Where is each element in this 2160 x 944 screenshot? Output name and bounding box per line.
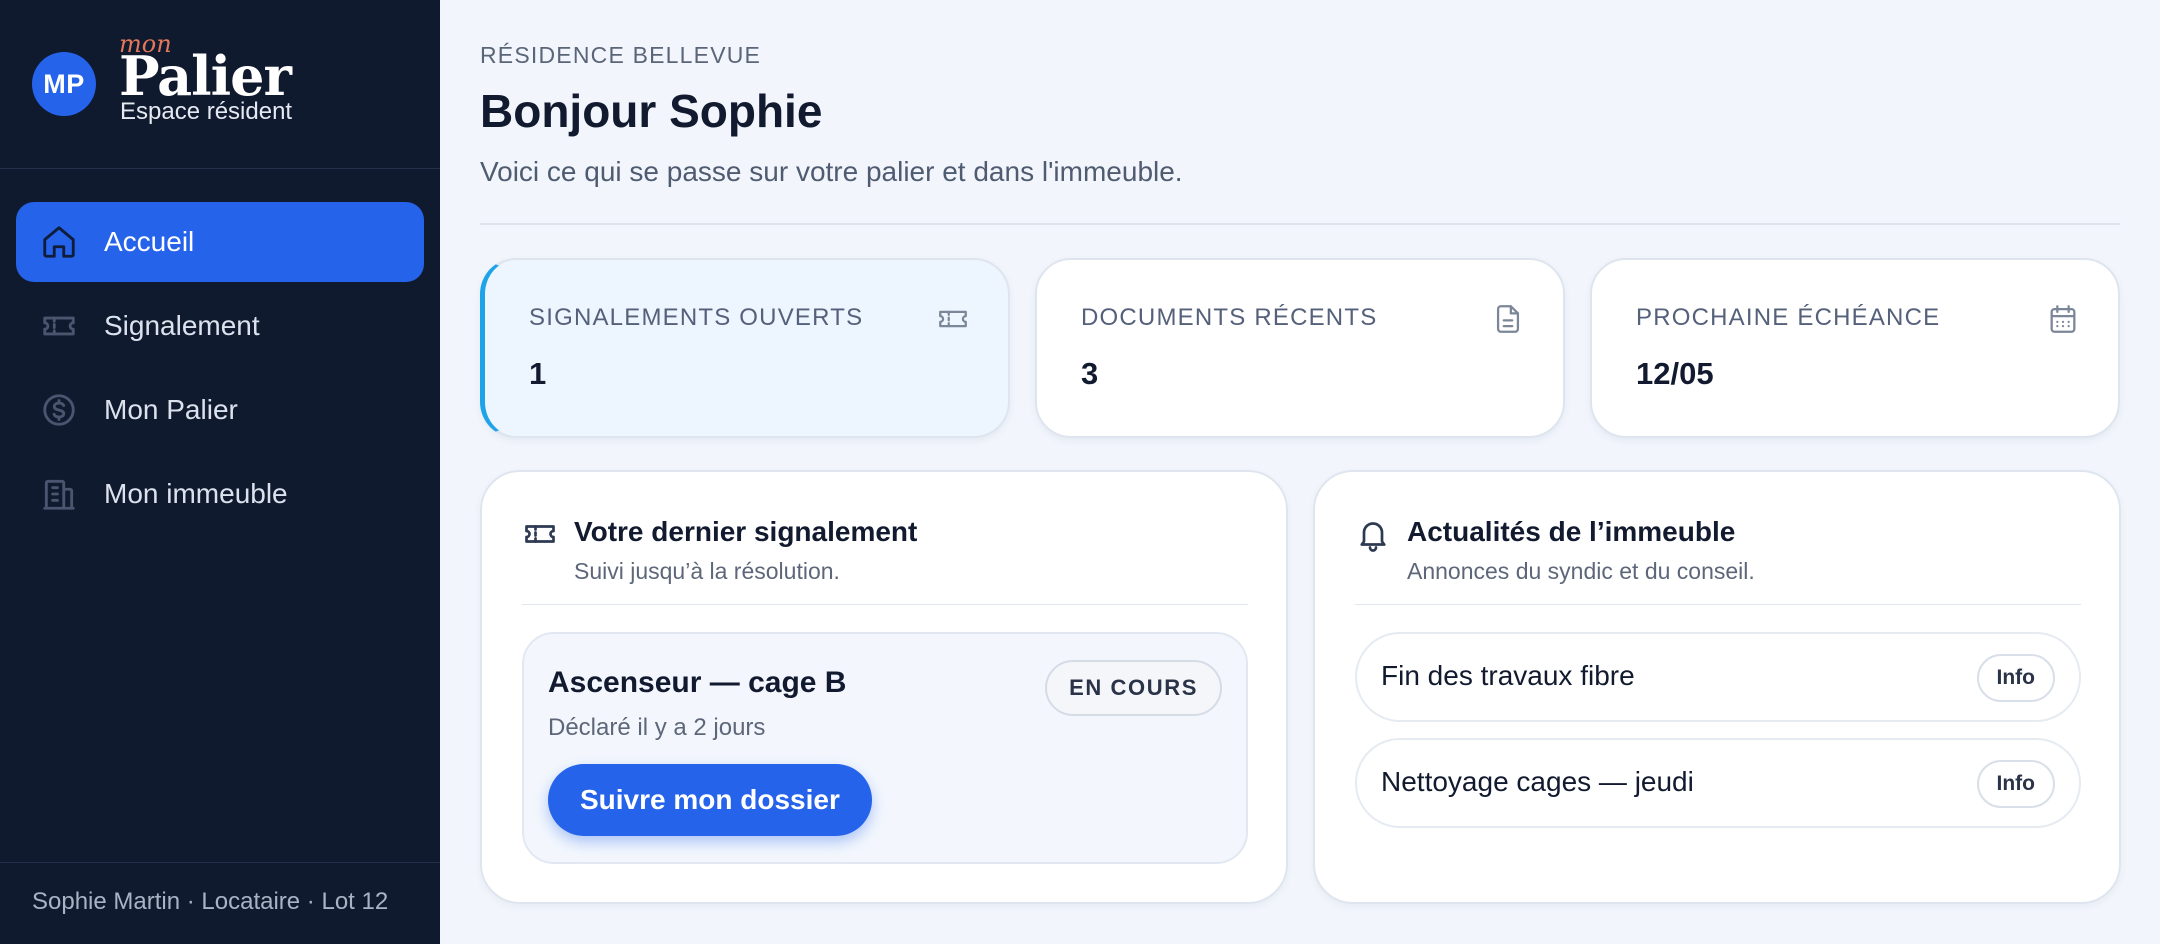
brand: MP mon Palier Espace résident [31, 30, 411, 140]
stat-label: PROCHAINE ÉCHÉANCE [1636, 304, 1941, 331]
sidebar-item-mon-palier[interactable]: Mon Palier [16, 370, 424, 450]
ticket-icon [936, 302, 970, 336]
ticket-icon [522, 516, 558, 552]
sidebar: MP mon Palier Espace résident Accueil Si… [0, 0, 440, 944]
ticket-title: Ascenseur — cage B [548, 666, 847, 699]
stat-card-recent-documents[interactable]: DOCUMENTS RÉCENTS 3 [1035, 258, 1565, 438]
sidebar-item-label: Accueil [104, 226, 195, 257]
stat-value: 12/05 [1636, 356, 1714, 391]
stat-card-next-deadline[interactable]: PROCHAINE ÉCHÉANCE 12/05 [1590, 258, 2120, 438]
news-title: Fin des travaux fibre [1381, 660, 1635, 691]
stat-label: SIGNALEMENTS OUVERTS [529, 304, 864, 331]
sidebar-nav: Accueil Signalement Mon Palier Mon immeu… [16, 202, 424, 538]
building-news-panel: Actualités de l’immeuble Annonces du syn… [1313, 470, 2121, 904]
document-icon [1491, 302, 1525, 336]
ticket-card: Ascenseur — cage B Déclaré il y a 2 jour… [522, 632, 1248, 864]
page-subtitle: Voici ce qui se passe sur votre palier e… [480, 156, 1183, 187]
panel-title: Votre dernier signalement [574, 516, 918, 547]
sidebar-footer-divider [0, 862, 440, 863]
stat-value: 3 [1081, 356, 1099, 391]
follow-case-button[interactable]: Suivre mon dossier [548, 764, 872, 836]
sidebar-item-label: Mon Palier [104, 394, 238, 425]
user-summary: Sophie Martin · Locataire · Lot 12 [32, 888, 389, 915]
brand-subtitle: Espace résident [120, 98, 293, 125]
residence-name: RÉSIDENCE BELLEVUE [480, 42, 762, 68]
ticket-date: Déclaré il y a 2 jours [548, 714, 766, 741]
sidebar-item-mon-immeuble[interactable]: Mon immeuble [16, 454, 424, 534]
ticket-icon [40, 307, 78, 345]
panel-subtitle: Suivi jusqu’à la résolution. [574, 558, 840, 584]
calendar-icon [2046, 302, 2080, 336]
building-icon [40, 475, 78, 513]
sidebar-item-label: Mon immeuble [104, 478, 288, 509]
panel-subtitle: Annonces du syndic et du conseil. [1407, 558, 1755, 584]
home-icon [40, 223, 78, 261]
news-item[interactable]: Fin des travaux fibre Info [1355, 632, 2081, 722]
news-tag: Info [1976, 654, 2055, 702]
sidebar-divider [0, 168, 440, 169]
stat-value: 1 [529, 356, 547, 391]
brand-avatar: MP [32, 52, 96, 116]
news-tag: Info [1976, 760, 2055, 808]
bell-icon [1355, 516, 1391, 552]
panel-divider [522, 604, 1248, 605]
stat-card-open-reports[interactable]: SIGNALEMENTS OUVERTS 1 [480, 258, 1010, 438]
dollar-circle-icon [40, 391, 78, 429]
main-content: RÉSIDENCE BELLEVUE Bonjour Sophie Voici … [440, 0, 2160, 944]
sidebar-item-signalement[interactable]: Signalement [16, 286, 424, 366]
last-report-panel: Votre dernier signalement Suivi jusqu’à … [480, 470, 1288, 904]
news-item[interactable]: Nettoyage cages — jeudi Info [1355, 738, 2081, 828]
news-title: Nettoyage cages — jeudi [1381, 766, 1694, 797]
panel-divider [1355, 604, 2081, 605]
header-divider [480, 223, 2120, 225]
panel-title: Actualités de l’immeuble [1407, 516, 1736, 547]
page-title: Bonjour Sophie [480, 85, 823, 137]
sidebar-item-accueil[interactable]: Accueil [16, 202, 424, 282]
status-badge: EN COURS [1045, 660, 1222, 716]
sidebar-item-label: Signalement [104, 310, 260, 341]
stat-label: DOCUMENTS RÉCENTS [1081, 304, 1378, 331]
